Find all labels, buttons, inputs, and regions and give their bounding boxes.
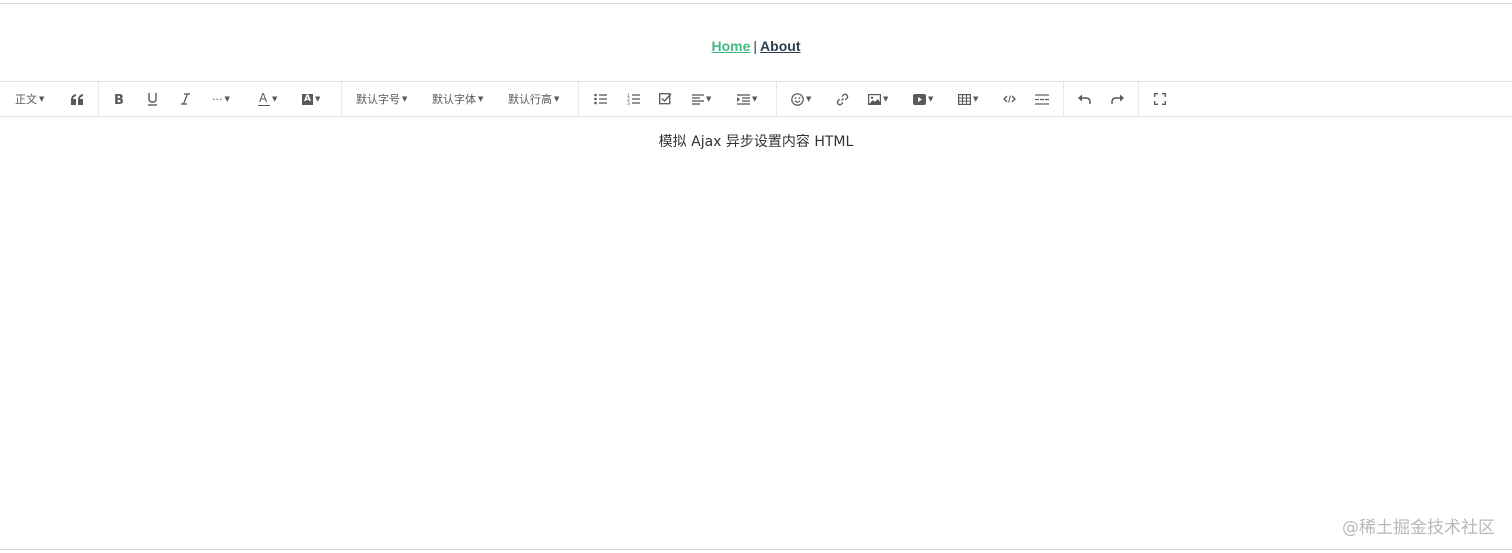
font-family-select[interactable]: 默认字体 ▼: [432, 82, 483, 116]
chevron-down-icon: ▼: [272, 95, 278, 103]
emoji-icon: [791, 92, 804, 106]
font-size-label: 默认字号: [356, 93, 400, 106]
chevron-down-icon: ▼: [928, 95, 934, 103]
toolbar-divider: [1063, 82, 1064, 116]
svg-text:B: B: [114, 93, 124, 105]
toolbar-divider: [578, 82, 579, 116]
more-styles-button[interactable]: ··· ▼: [212, 82, 230, 116]
bulleted-list-button[interactable]: [594, 82, 607, 116]
italic-button[interactable]: [180, 82, 191, 116]
top-nav: Home | About: [0, 36, 1512, 56]
align-icon: [692, 93, 704, 105]
toolbar-divider: [1138, 82, 1139, 116]
font-color-icon: A: [258, 91, 270, 106]
indent-button[interactable]: ▼: [737, 82, 757, 116]
indent-icon: [737, 93, 750, 105]
top-border: [0, 3, 1512, 4]
redo-button[interactable]: [1111, 82, 1124, 116]
numbered-list-button[interactable]: 123: [627, 82, 640, 116]
bg-color-icon: A: [302, 93, 313, 105]
fullscreen-icon: [1154, 93, 1166, 105]
numbered-list-icon: 123: [627, 93, 640, 105]
bold-button[interactable]: B: [114, 82, 125, 116]
toolbar-divider: [98, 82, 99, 116]
nav-separator: |: [753, 38, 758, 54]
heading-select-label: 正文: [15, 93, 37, 106]
font-color-label: A: [259, 91, 268, 105]
underline-button[interactable]: [147, 82, 158, 116]
font-size-select[interactable]: 默认字号 ▼: [356, 82, 407, 116]
bold-icon: B: [114, 93, 125, 105]
link-icon: [836, 93, 849, 106]
svg-text:3: 3: [627, 101, 630, 105]
undo-icon: [1078, 94, 1091, 105]
quote-icon: [71, 93, 84, 105]
chevron-down-icon: ▼: [883, 95, 889, 103]
nav-link-about[interactable]: About: [760, 38, 800, 54]
editor-content-area[interactable]: 模拟 Ajax 异步设置内容 HTML: [0, 118, 1512, 549]
nav-link-home[interactable]: Home: [712, 38, 751, 54]
toolbar-divider: [341, 82, 342, 116]
font-color-button[interactable]: A ▼: [258, 82, 277, 116]
image-icon: [868, 93, 881, 105]
video-button[interactable]: ▼: [913, 82, 933, 116]
more-icon: ···: [212, 92, 223, 106]
line-height-label: 默认行高: [508, 93, 552, 106]
underline-icon: [147, 92, 158, 106]
chevron-down-icon: ▼: [478, 95, 484, 103]
divider-icon: [1035, 93, 1049, 105]
emoji-button[interactable]: ▼: [791, 82, 811, 116]
fullscreen-button[interactable]: [1154, 82, 1166, 116]
bulleted-list-icon: [594, 93, 607, 105]
bottom-border: [0, 549, 1512, 550]
align-button[interactable]: ▼: [692, 82, 711, 116]
bg-color-button[interactable]: A ▼: [302, 82, 320, 116]
chevron-down-icon: ▼: [224, 95, 230, 103]
watermark: @稀土掘金技术社区: [1342, 518, 1495, 538]
heading-select[interactable]: 正文 ▼: [15, 82, 44, 116]
code-icon: [1003, 94, 1016, 104]
line-height-select[interactable]: 默认行高 ▼: [508, 82, 559, 116]
link-button[interactable]: [836, 82, 849, 116]
italic-icon: [180, 93, 191, 105]
chevron-down-icon: ▼: [554, 95, 560, 103]
chevron-down-icon: ▼: [402, 95, 408, 103]
todo-button[interactable]: [659, 82, 672, 116]
blockquote-button[interactable]: [71, 82, 84, 116]
video-icon: [913, 93, 926, 105]
chevron-down-icon: ▼: [706, 95, 712, 103]
font-family-label: 默认字体: [432, 93, 476, 106]
table-button[interactable]: ▼: [958, 82, 978, 116]
table-icon: [958, 93, 971, 105]
chevron-down-icon: ▼: [973, 95, 979, 103]
image-button[interactable]: ▼: [868, 82, 888, 116]
code-button[interactable]: [1003, 82, 1016, 116]
divider-button[interactable]: [1035, 82, 1049, 116]
todo-icon: [659, 93, 672, 105]
chevron-down-icon: ▼: [806, 95, 812, 103]
undo-button[interactable]: [1078, 82, 1091, 116]
redo-icon: [1111, 94, 1124, 105]
toolbar-divider: [776, 82, 777, 116]
chevron-down-icon: ▼: [39, 95, 45, 103]
editor-toolbar: 正文 ▼ B ··· ▼ A ▼ A ▼ 默认字号 ▼ 默认字体 ▼ 默认行高 …: [0, 81, 1512, 117]
chevron-down-icon: ▼: [315, 95, 321, 103]
editor-paragraph[interactable]: 模拟 Ajax 异步设置内容 HTML: [0, 133, 1512, 151]
chevron-down-icon: ▼: [752, 95, 758, 103]
